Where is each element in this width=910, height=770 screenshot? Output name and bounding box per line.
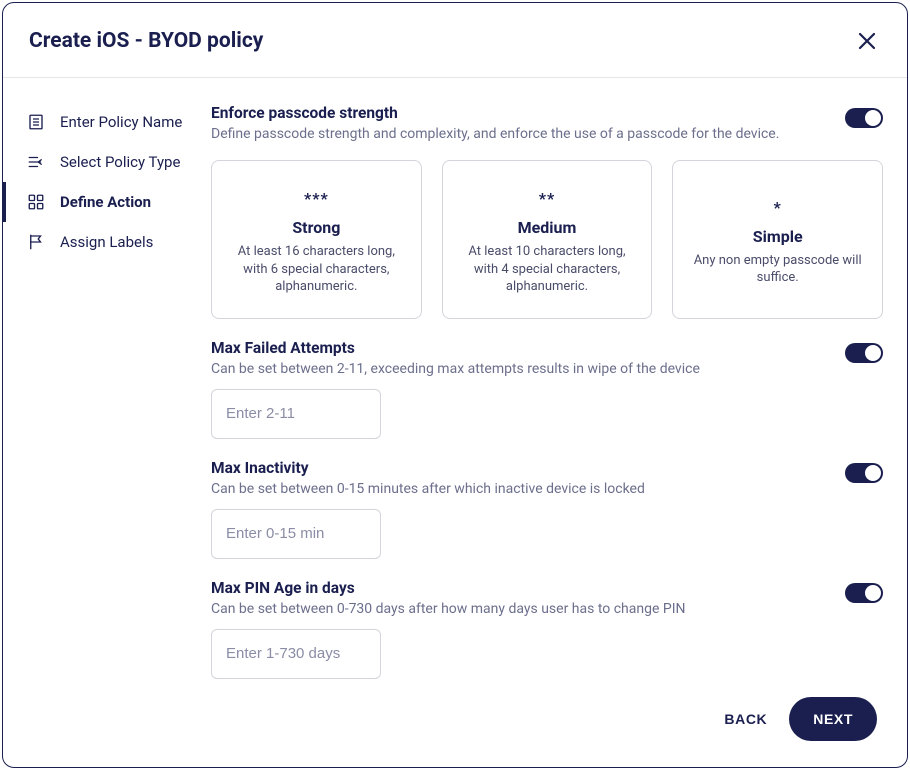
section-subtitle: Can be set between 2-11, exceeding max a… xyxy=(211,361,700,377)
dialog-body: Enter Policy Name Select Policy Type Def… xyxy=(3,78,907,681)
passcode-option-strong[interactable]: *** Strong At least 16 characters long, … xyxy=(211,160,422,319)
close-button[interactable] xyxy=(857,31,877,51)
card-title: Simple xyxy=(689,227,866,246)
max-pin-age-toggle[interactable] xyxy=(845,583,883,603)
passcode-option-simple[interactable]: * Simple Any non empty passcode will suf… xyxy=(672,160,883,319)
sidebar: Enter Policy Name Select Policy Type Def… xyxy=(3,78,211,681)
sidebar-item-select-policy-type[interactable]: Select Policy Type xyxy=(3,142,211,182)
section-header: Max PIN Age in days Can be set between 0… xyxy=(211,579,883,617)
sidebar-item-label: Select Policy Type xyxy=(60,153,180,171)
passcode-strength-options: *** Strong At least 16 characters long, … xyxy=(211,160,883,319)
strength-indicator: * xyxy=(689,198,866,217)
section-header: Max Failed Attempts Can be set between 2… xyxy=(211,339,883,377)
card-description: At least 10 characters long, with 4 spec… xyxy=(459,243,636,296)
section-title: Max Failed Attempts xyxy=(211,339,700,357)
sidebar-item-label: Enter Policy Name xyxy=(60,113,182,131)
strength-indicator: ** xyxy=(459,189,636,208)
section-subtitle: Can be set between 0-730 days after how … xyxy=(211,601,686,617)
section-subtitle: Define passcode strength and complexity,… xyxy=(211,126,779,142)
back-button[interactable]: BACK xyxy=(724,711,767,727)
grid-icon xyxy=(26,192,46,212)
max-inactivity-input[interactable] xyxy=(211,509,381,559)
passcode-option-medium[interactable]: ** Medium At least 10 characters long, w… xyxy=(442,160,653,319)
max-pin-age-input[interactable] xyxy=(211,629,381,679)
dialog-footer: BACK NEXT xyxy=(3,681,907,767)
dialog-title: Create iOS - BYOD policy xyxy=(29,29,263,53)
section-title: Enforce passcode strength xyxy=(211,104,779,122)
max-failed-input[interactable] xyxy=(211,389,381,439)
sidebar-item-enter-policy-name[interactable]: Enter Policy Name xyxy=(3,102,211,142)
max-inactivity-section: Max Inactivity Can be set between 0-15 m… xyxy=(211,459,883,559)
dialog-header: Create iOS - BYOD policy xyxy=(3,3,907,78)
max-failed-attempts-section: Max Failed Attempts Can be set between 2… xyxy=(211,339,883,439)
max-failed-toggle[interactable] xyxy=(845,343,883,363)
create-policy-dialog: Create iOS - BYOD policy Enter Policy Na… xyxy=(2,2,908,768)
next-button[interactable]: NEXT xyxy=(789,697,877,741)
card-description: At least 16 characters long, with 6 spec… xyxy=(228,243,405,296)
section-header: Enforce passcode strength Define passcod… xyxy=(211,104,883,142)
max-inactivity-toggle[interactable] xyxy=(845,463,883,483)
close-icon xyxy=(857,31,877,51)
main-content: Enforce passcode strength Define passcod… xyxy=(211,78,907,681)
max-pin-age-section: Max PIN Age in days Can be set between 0… xyxy=(211,579,883,679)
list-collapse-icon xyxy=(26,152,46,172)
sidebar-item-define-action[interactable]: Define Action xyxy=(3,182,211,222)
sidebar-item-label: Assign Labels xyxy=(60,233,153,251)
section-title: Max Inactivity xyxy=(211,459,645,477)
card-title: Medium xyxy=(459,218,636,237)
passcode-strength-section: Enforce passcode strength Define passcod… xyxy=(211,104,883,319)
section-title: Max PIN Age in days xyxy=(211,579,686,597)
sidebar-item-label: Define Action xyxy=(60,193,151,211)
section-subtitle: Can be set between 0-15 minutes after wh… xyxy=(211,481,645,497)
flag-icon xyxy=(26,232,46,252)
sidebar-item-assign-labels[interactable]: Assign Labels xyxy=(3,222,211,262)
card-description: Any non empty passcode will suffice. xyxy=(689,252,866,287)
document-icon xyxy=(26,112,46,132)
card-title: Strong xyxy=(228,218,405,237)
strength-indicator: *** xyxy=(228,189,405,208)
passcode-toggle[interactable] xyxy=(845,108,883,128)
section-header: Max Inactivity Can be set between 0-15 m… xyxy=(211,459,883,497)
